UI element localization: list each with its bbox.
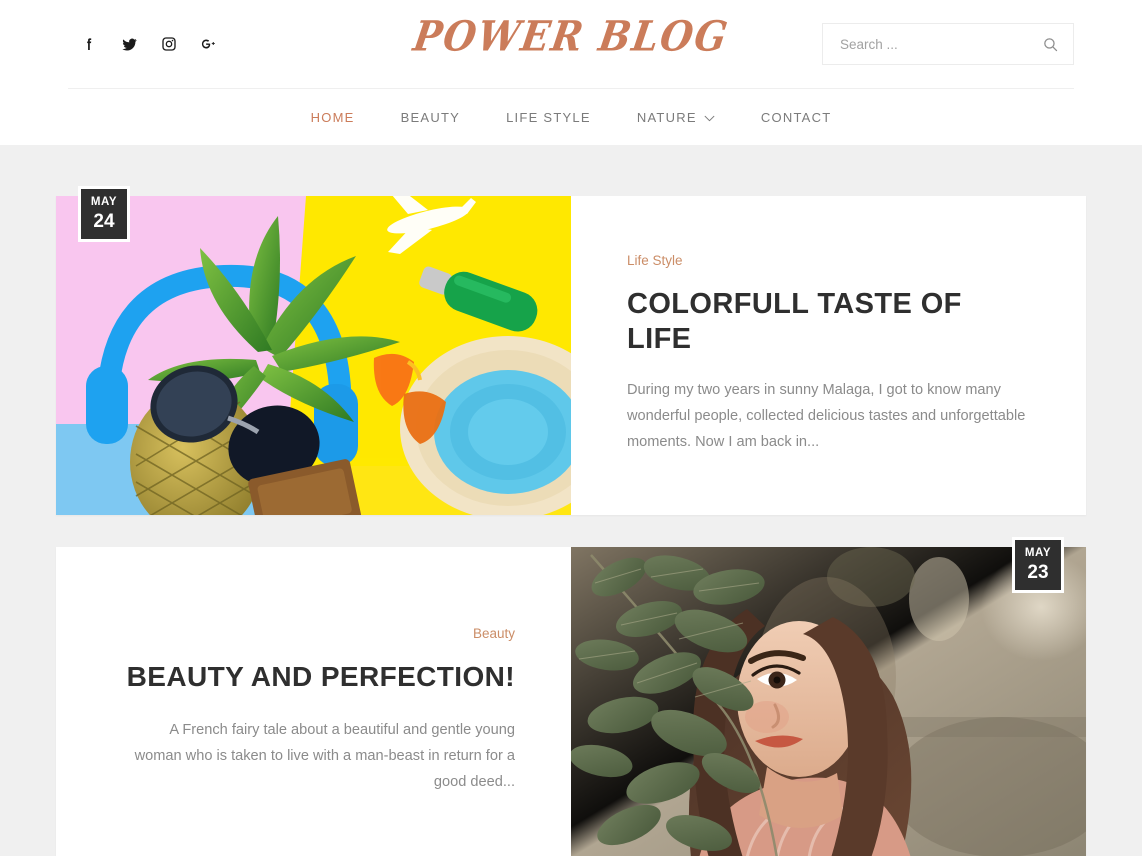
site-header: POWER BLOG HOME BEAUTY LIFE STYLE NATURE xyxy=(0,0,1142,145)
post-card: MAY 24 Life Style COLORFULL TASTE OF LIF… xyxy=(56,186,1086,515)
post-thumbnail[interactable] xyxy=(56,196,571,515)
nav-item-beauty[interactable]: BEAUTY xyxy=(378,110,484,125)
post-content: Beauty BEAUTY AND PERFECTION! A French f… xyxy=(56,547,571,856)
post-excerpt: During my two years in sunny Malaga, I g… xyxy=(627,381,1026,450)
date-day: 23 xyxy=(1027,562,1049,584)
twitter-icon[interactable] xyxy=(120,35,138,53)
date-month: MAY xyxy=(1024,546,1052,559)
nav-item-label: HOME xyxy=(310,109,355,125)
post-date-badge[interactable]: MAY 23 xyxy=(1012,537,1064,593)
instagram-icon[interactable] xyxy=(160,35,178,53)
post-card: MAY 23 Beauty BEAUTY AND PERFECTION! A F… xyxy=(56,537,1086,856)
nav-item-label: CONTACT xyxy=(760,109,832,125)
post-date-badge[interactable]: MAY 24 xyxy=(78,186,130,242)
date-month: MAY xyxy=(90,195,118,208)
post-title[interactable]: BEAUTY AND PERFECTION! xyxy=(116,660,515,694)
nav-item-contact[interactable]: CONTACT xyxy=(738,110,855,125)
post-list: MAY 24 Life Style COLORFULL TASTE OF LIF… xyxy=(0,186,1142,856)
post-excerpt: A French fairy tale about a beautiful an… xyxy=(134,721,515,790)
search-box[interactable] xyxy=(822,23,1074,65)
facebook-icon[interactable] xyxy=(80,35,98,53)
main-navigation: HOME BEAUTY LIFE STYLE NATURE CONTACT xyxy=(0,89,1142,145)
nav-item-life-style[interactable]: LIFE STYLE xyxy=(483,110,614,125)
post-thumbnail[interactable] xyxy=(571,547,1086,856)
nav-item-nature[interactable]: NATURE xyxy=(614,110,738,125)
date-day: 24 xyxy=(93,211,115,233)
post-content: Life Style COLORFULL TASTE OF LIFE Durin… xyxy=(571,196,1086,515)
search-icon[interactable] xyxy=(1042,36,1059,53)
post-category[interactable]: Life Style xyxy=(627,253,683,268)
nav-item-home[interactable]: HOME xyxy=(288,110,378,125)
nav-item-label: NATURE xyxy=(636,109,697,125)
social-links xyxy=(68,35,368,53)
nav-item-label: BEAUTY xyxy=(400,109,461,125)
chevron-down-icon xyxy=(704,110,715,125)
header-top-bar: POWER BLOG xyxy=(0,0,1142,88)
search-input[interactable] xyxy=(840,36,1042,52)
post-category[interactable]: Beauty xyxy=(473,626,515,641)
post-title[interactable]: COLORFULL TASTE OF LIFE xyxy=(627,287,1026,357)
nav-item-label: LIFE STYLE xyxy=(506,109,591,125)
site-logo[interactable]: POWER BLOG xyxy=(410,11,732,60)
google-plus-icon[interactable] xyxy=(200,35,218,53)
